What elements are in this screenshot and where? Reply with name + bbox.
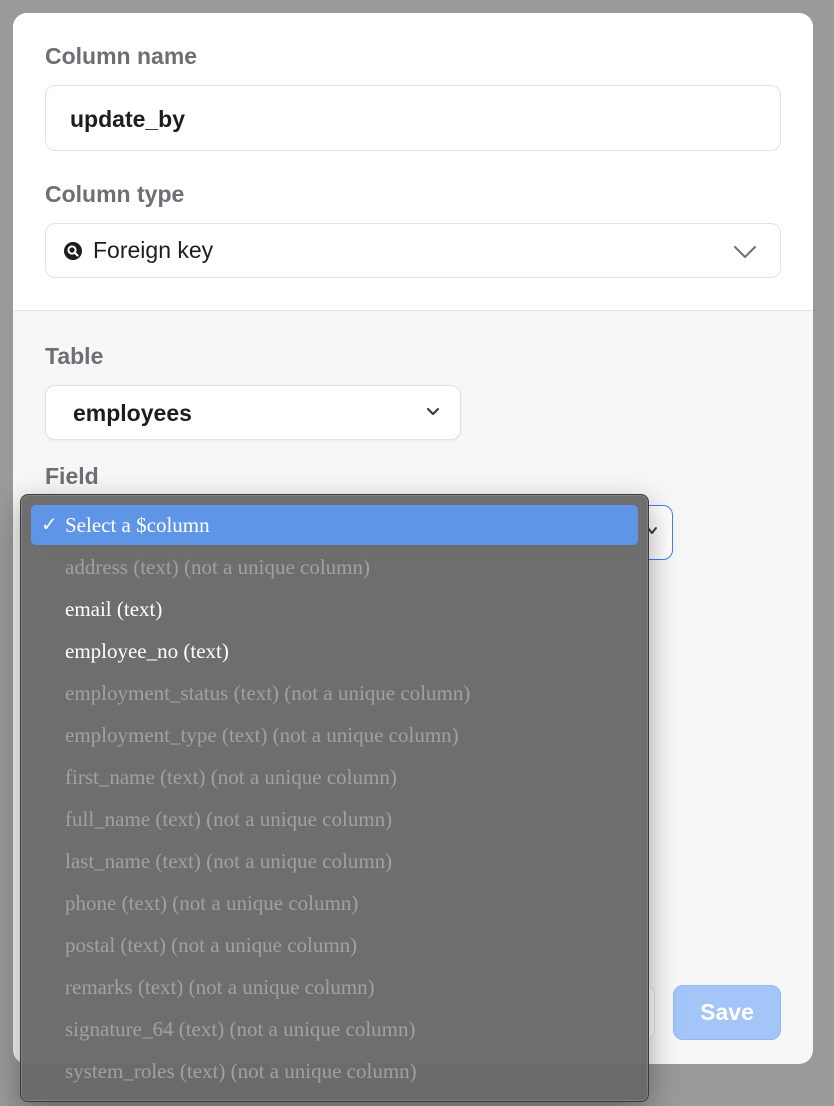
dropdown-option-label: full_name (text) (not a unique column) — [65, 807, 393, 831]
dropdown-option: employment_status (text) (not a unique c… — [31, 673, 638, 713]
dropdown-option-label: email (text) — [65, 597, 163, 621]
dropdown-option: address (text) (not a unique column) — [31, 547, 638, 587]
dropdown-option-label: first_name (text) (not a unique column) — [65, 765, 397, 789]
dropdown-option: full_name (text) (not a unique column) — [31, 799, 638, 839]
dropdown-option: first_name (text) (not a unique column) — [31, 757, 638, 797]
dropdown-option-label: employment_status (text) (not a unique c… — [65, 681, 471, 705]
column-name-input[interactable]: update_by — [45, 85, 781, 151]
column-basics-section: Column name update_by Column type Foreig… — [13, 13, 813, 311]
table-select[interactable]: employees — [45, 385, 461, 440]
dropdown-option-label: remarks (text) (not a unique column) — [65, 975, 375, 999]
dropdown-option: phone (text) (not a unique column) — [31, 883, 638, 923]
dropdown-option-label: address (text) (not a unique column) — [65, 555, 370, 579]
table-value: employees — [73, 400, 192, 426]
chevron-down-icon — [734, 246, 756, 258]
dropdown-option-label: phone (text) (not a unique column) — [65, 891, 359, 915]
dropdown-option: signature_64 (text) (not a unique column… — [31, 1009, 638, 1049]
column-type-value: Foreign key — [93, 237, 214, 263]
dropdown-option: last_name (text) (not a unique column) — [31, 841, 638, 881]
dropdown-option: remarks (text) (not a unique column) — [31, 967, 638, 1007]
dropdown-option-label: postal (text) (not a unique column) — [65, 933, 358, 957]
column-name-label: Column name — [45, 43, 198, 69]
save-button[interactable]: Save — [673, 985, 781, 1040]
dropdown-option-label: last_name (text) (not a unique column) — [65, 849, 393, 873]
table-label: Table — [45, 343, 104, 369]
dropdown-option[interactable]: email (text) — [31, 589, 638, 629]
search-key-icon — [64, 242, 82, 260]
column-name-value: update_by — [70, 106, 186, 132]
dropdown-option[interactable]: employee_no (text) — [31, 631, 638, 671]
dropdown-option-label: employee_no (text) — [65, 639, 229, 663]
dropdown-option: postal (text) (not a unique column) — [31, 925, 638, 965]
dropdown-option-label: system_roles (text) (not a unique column… — [65, 1059, 417, 1083]
dropdown-option: system_roles (text) (not a unique column… — [31, 1051, 638, 1091]
dropdown-option-label: signature_64 (text) (not a unique column… — [65, 1017, 416, 1041]
field-label: Field — [45, 463, 99, 489]
column-type-select[interactable]: Foreign key — [45, 223, 781, 278]
dropdown-option-label: Select a $column — [65, 513, 210, 537]
chevron-down-icon — [426, 407, 440, 416]
dropdown-option[interactable]: ✓ Select a $column — [31, 505, 638, 545]
dropdown-option-label: employment_type (text) (not a unique col… — [65, 723, 459, 747]
checkmark-icon: ✓ — [41, 514, 58, 536]
field-dropdown-menu[interactable]: ✓ Select a $column address (text) (not a u… — [20, 494, 649, 1102]
dropdown-option: employment_type (text) (not a unique col… — [31, 715, 638, 755]
column-type-label: Column type — [45, 181, 185, 207]
